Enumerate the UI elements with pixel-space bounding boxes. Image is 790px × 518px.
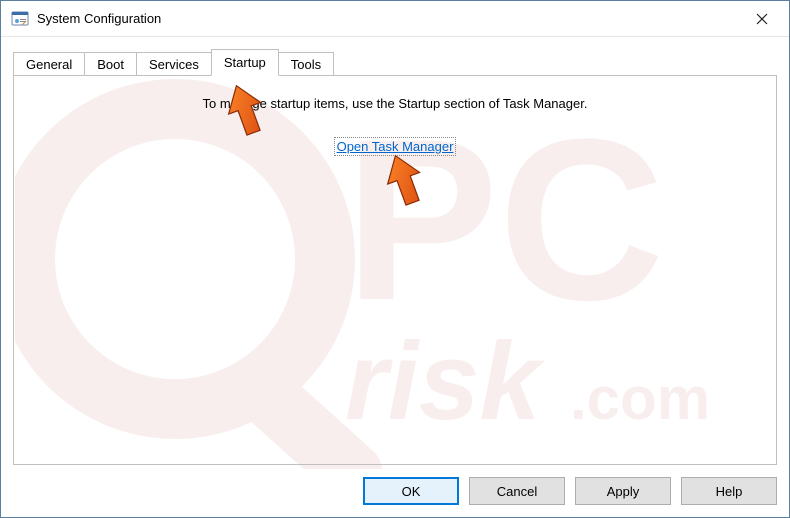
- tab-boot[interactable]: Boot: [84, 52, 137, 76]
- titlebar: System Configuration: [1, 1, 789, 37]
- cancel-button[interactable]: Cancel: [469, 477, 565, 505]
- tab-startup[interactable]: Startup: [211, 49, 279, 76]
- window-title: System Configuration: [37, 11, 161, 26]
- startup-instruction-text: To manage startup items, use the Startup…: [14, 96, 776, 111]
- client-area: General Boot Services Startup Tools To m…: [1, 37, 789, 517]
- open-task-manager-link[interactable]: Open Task Manager: [336, 139, 455, 154]
- tab-strip: General Boot Services Startup Tools: [13, 49, 777, 75]
- tab-general[interactable]: General: [13, 52, 85, 76]
- tab-services[interactable]: Services: [136, 52, 212, 76]
- ok-button[interactable]: OK: [363, 477, 459, 505]
- close-icon: [756, 13, 768, 25]
- apply-button[interactable]: Apply: [575, 477, 671, 505]
- dialog-button-bar: OK Cancel Apply Help: [13, 465, 777, 505]
- tab-page-startup: To manage startup items, use the Startup…: [13, 75, 777, 465]
- help-button[interactable]: Help: [681, 477, 777, 505]
- tab-tools[interactable]: Tools: [278, 52, 334, 76]
- system-configuration-window: System Configuration General Boot Servic…: [0, 0, 790, 518]
- app-icon: [11, 10, 29, 28]
- close-button[interactable]: [739, 3, 785, 35]
